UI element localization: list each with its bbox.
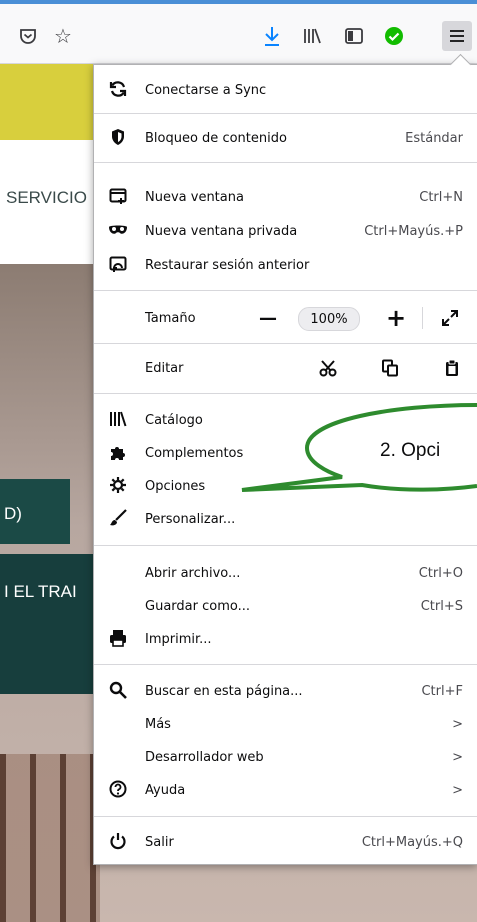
search-icon [108, 681, 128, 702]
menu-item-new-window[interactable]: Nueva ventana Ctrl+N [94, 182, 477, 212]
menu-label: Conectarse a Sync [145, 82, 267, 98]
shortcut: Ctrl+S [420, 598, 463, 614]
pocket-icon[interactable] [14, 22, 42, 50]
menu-item-save-as[interactable]: Guardar como... Ctrl+S [94, 591, 477, 621]
star-icon[interactable]: ☆ [49, 22, 77, 50]
copy-icon[interactable] [376, 353, 404, 383]
menu-item-more[interactable]: Más > [94, 709, 477, 739]
shortcut: Ctrl+F [421, 683, 463, 699]
menu-label: Más [145, 716, 171, 732]
zoom-label: Tamaño [145, 310, 196, 326]
hamburger-menu-icon[interactable] [442, 21, 472, 51]
edit-controls: Editar [94, 353, 477, 383]
menu-label: Complementos [145, 445, 244, 461]
menu-item-quit[interactable]: Salir Ctrl+Mayús.+Q [94, 827, 477, 857]
power-icon [108, 832, 128, 853]
fullscreen-icon[interactable] [436, 303, 464, 333]
sync-icon [108, 80, 128, 101]
download-icon[interactable] [258, 22, 286, 50]
sidebar-icon[interactable] [340, 22, 368, 50]
browser-toolbar: ☆ [0, 0, 477, 64]
shortcut: Ctrl+Mayús.+P [364, 223, 463, 239]
separator [94, 393, 477, 394]
zoom-controls: Tamaño — 100% + [94, 303, 477, 333]
menu-label: Personalizar... [145, 511, 236, 527]
vertical-divider [422, 307, 423, 329]
menu-item-private-window[interactable]: Nueva ventana privada Ctrl+Mayús.+P [94, 216, 477, 246]
menu-item-web-developer[interactable]: Desarrollador web > [94, 742, 477, 772]
shield-icon [108, 128, 128, 149]
menu-item-content-blocking[interactable]: Bloqueo de contenido Estándar [94, 123, 477, 153]
shortcut: Ctrl+Mayús.+Q [361, 834, 463, 850]
shortcut: Ctrl+O [418, 565, 463, 581]
menu-label: Bloqueo de contenido [145, 130, 287, 146]
chevron-right-icon: > [452, 716, 463, 732]
cut-icon[interactable] [314, 353, 342, 383]
paintbrush-icon [108, 508, 128, 530]
menu-item-print[interactable]: Imprimir... [94, 624, 477, 654]
chevron-right-icon: > [452, 749, 463, 765]
menu-label: Desarrollador web [145, 749, 264, 765]
content-blocking-value: Estándar [405, 130, 463, 146]
menu-label: Nueva ventana privada [145, 223, 298, 239]
menu-label: Buscar en esta página... [145, 683, 303, 699]
help-circle-icon [108, 780, 128, 801]
green-button[interactable]: D) [0, 479, 70, 544]
shortcut: Ctrl+N [419, 189, 463, 205]
edit-label: Editar [145, 360, 184, 376]
gear-icon [108, 476, 128, 497]
separator [94, 343, 477, 344]
nav-servicio-text[interactable]: SERVICIO [6, 188, 87, 208]
menu-label: Abrir archivo... [145, 565, 241, 581]
zoom-in-button[interactable]: + [382, 303, 410, 333]
separator [94, 816, 477, 817]
menu-item-open-file[interactable]: Abrir archivo... Ctrl+O [94, 558, 477, 588]
paste-icon[interactable] [438, 353, 466, 383]
window-photo-detail [0, 754, 100, 922]
menu-item-restore-session[interactable]: Restaurar sesión anterior [94, 250, 477, 280]
printer-icon [108, 629, 128, 650]
separator [94, 545, 477, 546]
puzzle-piece-icon [108, 443, 128, 464]
menu-label: Imprimir... [145, 631, 212, 647]
menu-label: Ayuda [145, 782, 186, 798]
chevron-right-icon: > [452, 782, 463, 798]
library-icon [108, 411, 128, 430]
new-window-icon [108, 187, 128, 208]
menu-item-help[interactable]: Ayuda > [94, 775, 477, 805]
annotation-callout: 2. Opci [241, 403, 477, 492]
menu-label: Guardar como... [145, 598, 250, 614]
menu-label: Salir [145, 834, 174, 850]
sync-check-icon[interactable] [380, 22, 408, 50]
callout-text: 2. Opci [380, 440, 440, 461]
menu-item-find[interactable]: Buscar en esta página... Ctrl+F [94, 676, 477, 706]
restore-session-icon [108, 255, 128, 276]
private-mask-icon [108, 223, 128, 239]
separator [94, 290, 477, 291]
menu-label: Catálogo [145, 412, 203, 428]
library-icon[interactable] [298, 22, 326, 50]
separator [94, 113, 477, 114]
zoom-reset-button[interactable]: 100% [298, 307, 360, 331]
zoom-out-button[interactable]: — [254, 303, 282, 333]
separator [94, 162, 477, 163]
separator [94, 664, 477, 665]
menu-label: Opciones [145, 478, 206, 494]
menu-label: Nueva ventana [145, 189, 244, 205]
menu-label: Restaurar sesión anterior [145, 257, 310, 273]
menu-item-sync[interactable]: Conectarse a Sync [94, 75, 477, 105]
